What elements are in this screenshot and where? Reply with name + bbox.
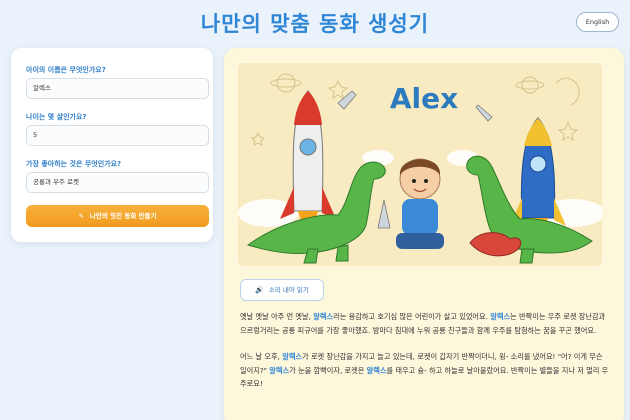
child-age-label: 나이는 몇 살인가요? xyxy=(26,113,87,121)
boy-character xyxy=(396,158,444,249)
favorite-things-input[interactable]: 공룡과 우주 로켓 xyxy=(26,172,209,193)
read-aloud-button[interactable]: 🔊 소리 내어 읽기 xyxy=(240,279,324,301)
story-card: Alex 🔊 소리 내어 읽기 옛날 옛날 아주 먼 옛날, 알렉스라는 용감하… xyxy=(224,48,624,420)
illustration-name-text: Alex xyxy=(390,82,458,115)
story-form-card: 아이의 이름은 무엇인가요? 알렉스 나이는 몇 살인가요? 5 가장 좋아하는… xyxy=(11,48,213,242)
child-name-label: 아이의 이름은 무엇인가요? xyxy=(26,66,106,74)
story-illustration: Alex xyxy=(238,63,602,266)
child-name-input[interactable]: 알렉스 xyxy=(26,78,209,99)
language-toggle-button[interactable]: English xyxy=(576,12,619,32)
create-story-label: 나만의 멋진 동화 만들기 xyxy=(89,212,157,220)
story-text: 옛날 옛날 아주 먼 옛날, 알렉스라는 용감하고 호기심 많은 어린이가 살고… xyxy=(240,310,610,404)
read-aloud-label: 소리 내어 읽기 xyxy=(268,286,309,294)
story-paragraph-1: 옛날 옛날 아주 먼 옛날, 알렉스라는 용감하고 호기심 많은 어린이가 살고… xyxy=(240,312,606,335)
favorite-things-label: 가장 좋아하는 것은 무엇인가요? xyxy=(26,160,122,168)
story-paragraph-2: 어느 날 오후, 알렉스가 로켓 장난감을 가지고 놀고 있는데, 로켓이 갑자… xyxy=(240,352,609,389)
app-header: 나만의 맞춤 동화 생성기 English xyxy=(0,0,630,44)
illustration-scene: Alex xyxy=(238,63,602,266)
magic-wand-icon: ✎ xyxy=(78,212,84,220)
speaker-icon: 🔊 xyxy=(255,286,264,294)
page-title: 나만의 맞춤 동화 생성기 xyxy=(200,12,430,36)
child-age-input[interactable]: 5 xyxy=(26,125,209,146)
create-story-button[interactable]: ✎ 나만의 멋진 동화 만들기 xyxy=(26,205,209,227)
